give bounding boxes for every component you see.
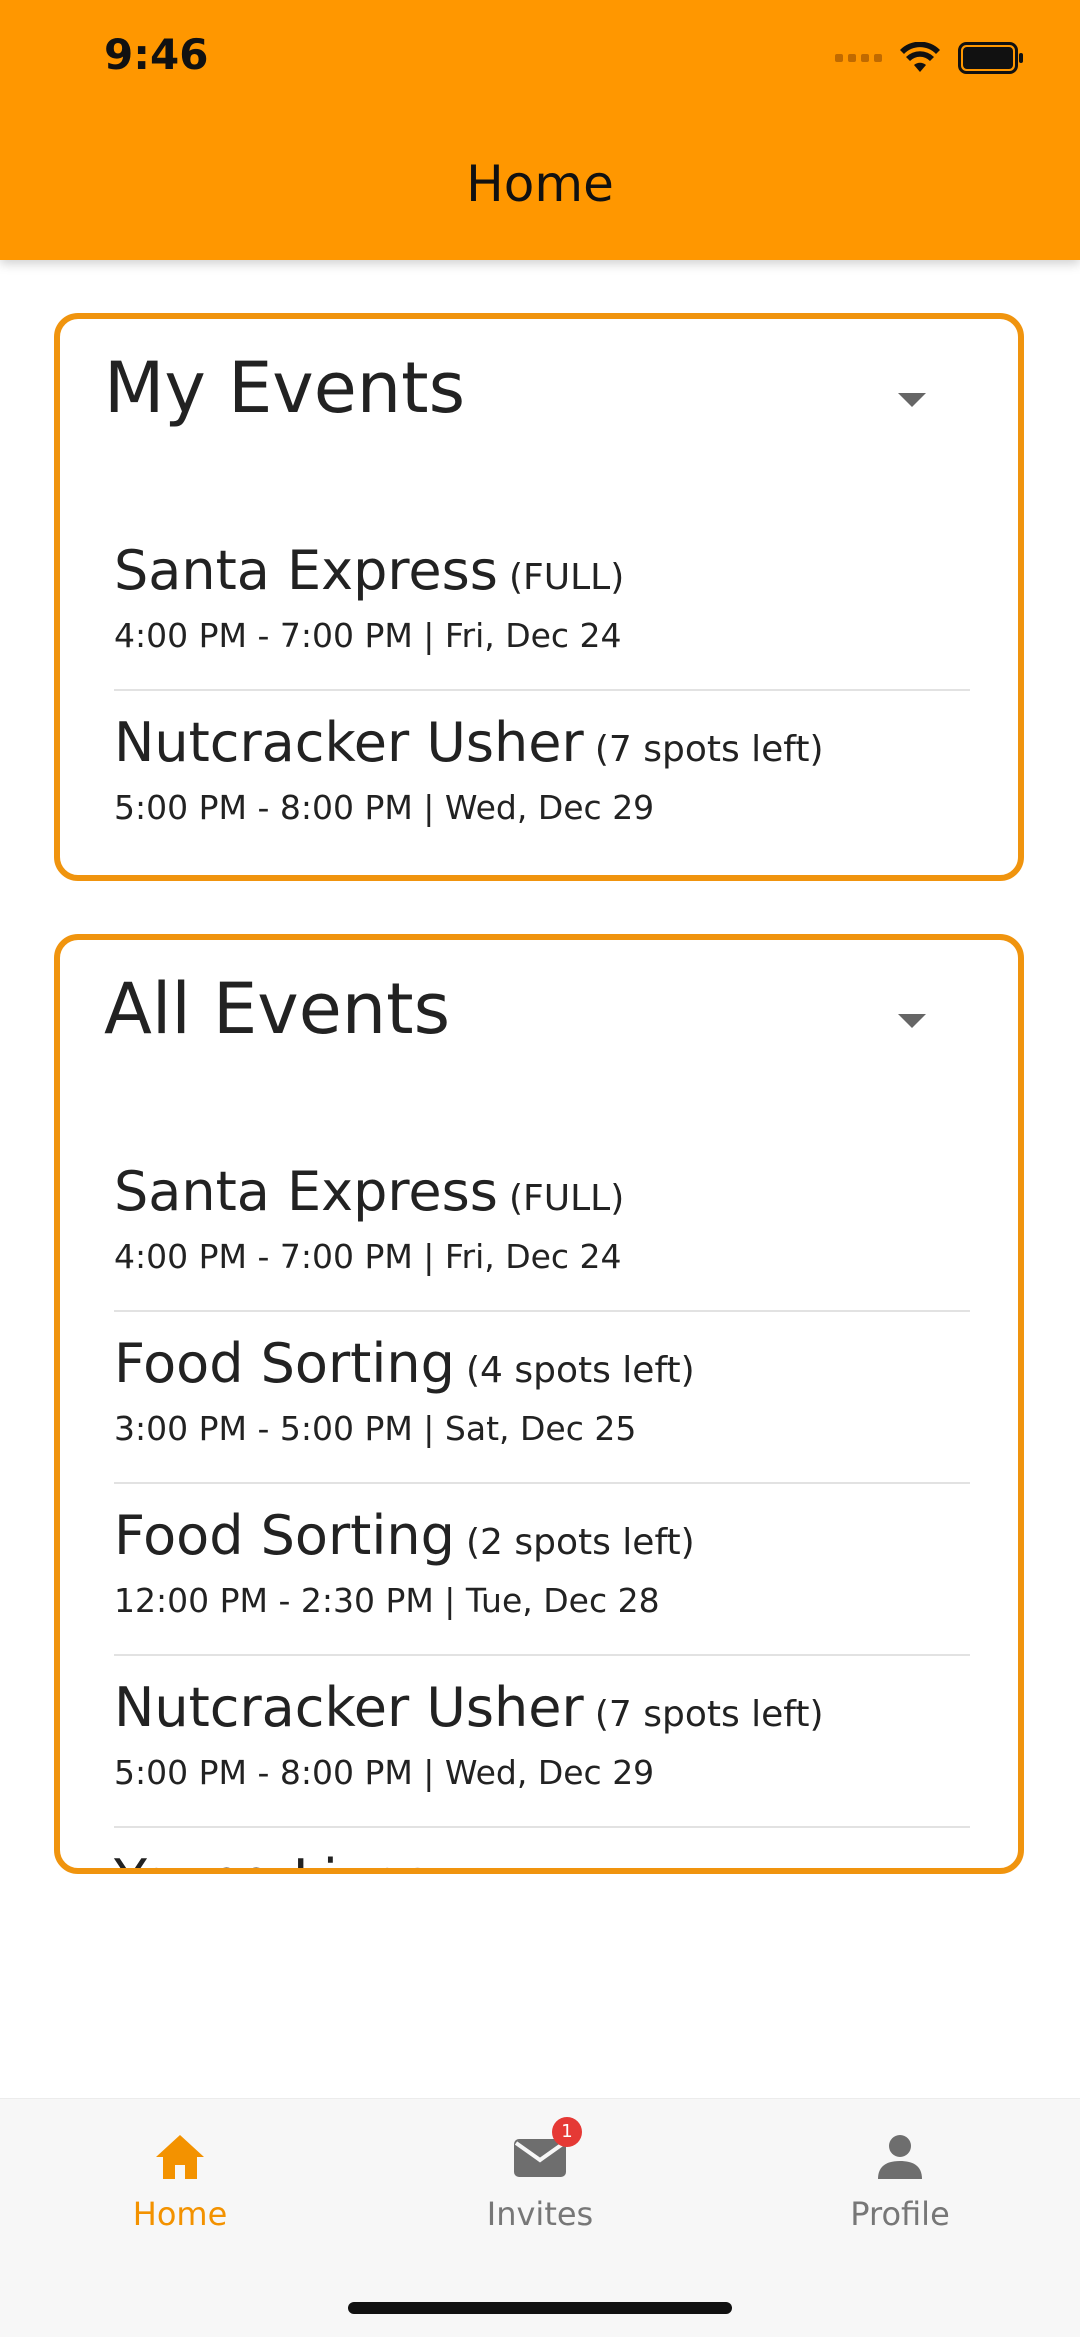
mail-icon: 1 — [512, 2117, 582, 2185]
cellular-signal-icon — [835, 54, 882, 62]
home-icon — [152, 2129, 208, 2185]
my-events-list: Santa Express (FULL) 4:00 PM - 7:00 PM |… — [114, 519, 970, 863]
nav-home[interactable]: Home — [70, 2129, 290, 2259]
my-events-title: My Events — [104, 347, 466, 429]
status-time: 9:46 — [104, 30, 209, 79]
my-events-dropdown-icon[interactable] — [898, 393, 926, 407]
home-screen: 9:46 Home My Events Santa Express (FULL)… — [0, 0, 1080, 2337]
event-status: (FULL) — [508, 1178, 625, 1219]
page-title: Home — [466, 155, 614, 213]
event-item[interactable]: Nutcracker Usher (7 spots left) 5:00 PM … — [114, 1656, 970, 1828]
home-indicator[interactable] — [348, 2302, 732, 2314]
nav-invites-label: Invites — [486, 2195, 594, 2233]
event-name: Young Lives — [114, 1848, 431, 1868]
event-name: Santa Express — [114, 1160, 498, 1223]
wifi-icon — [900, 42, 940, 72]
all-events-card: All Events Santa Express (FULL) 4:00 PM … — [54, 934, 1024, 1874]
event-item[interactable]: Food Sorting (2 spots left) 12:00 PM - 2… — [114, 1484, 970, 1656]
event-status: (2 spots left) — [465, 1522, 695, 1563]
event-status: (4 spots left) — [442, 1866, 671, 1868]
event-status: (FULL) — [508, 557, 625, 598]
event-time: 5:00 PM - 8:00 PM | Wed, Dec 29 — [114, 788, 655, 827]
event-name: Santa Express — [114, 539, 498, 602]
event-item[interactable]: Nutcracker Usher (7 spots left) 5:00 PM … — [114, 691, 970, 863]
event-item[interactable]: Food Sorting (4 spots left) 3:00 PM - 5:… — [114, 1312, 970, 1484]
event-name: Food Sorting — [114, 1504, 455, 1567]
event-time: 5:00 PM - 8:00 PM | Wed, Dec 29 — [114, 1753, 655, 1792]
nav-invites[interactable]: 1 Invites — [430, 2117, 650, 2259]
event-name: Nutcracker Usher — [114, 711, 584, 774]
my-events-card: My Events Santa Express (FULL) 4:00 PM -… — [54, 313, 1024, 881]
event-status: (7 spots left) — [594, 1694, 824, 1735]
person-icon — [872, 2129, 928, 2185]
event-item[interactable]: Santa Express (FULL) 4:00 PM - 7:00 PM |… — [114, 519, 970, 691]
all-events-dropdown-icon[interactable] — [898, 1014, 926, 1028]
event-name: Food Sorting — [114, 1332, 455, 1395]
app-header: 9:46 Home — [0, 0, 1080, 260]
all-events-list[interactable]: Santa Express (FULL) 4:00 PM - 7:00 PM |… — [114, 1140, 970, 1868]
event-time: 12:00 PM - 2:30 PM | Tue, Dec 28 — [114, 1581, 660, 1620]
event-name: Nutcracker Usher — [114, 1676, 584, 1739]
status-icons — [835, 38, 1024, 78]
event-item[interactable]: Santa Express (FULL) 4:00 PM - 7:00 PM |… — [114, 1140, 970, 1312]
event-status: (4 spots left) — [465, 1350, 695, 1391]
all-events-title: All Events — [104, 968, 451, 1050]
event-time: 4:00 PM - 7:00 PM | Fri, Dec 24 — [114, 616, 622, 655]
event-status: (7 spots left) — [594, 729, 824, 770]
event-item[interactable]: Young Lives (4 spots left) — [114, 1828, 970, 1868]
nav-home-label: Home — [132, 2195, 228, 2233]
nav-profile-label: Profile — [850, 2195, 950, 2233]
event-time: 3:00 PM - 5:00 PM | Sat, Dec 25 — [114, 1409, 637, 1448]
battery-icon — [958, 42, 1023, 74]
nav-profile[interactable]: Profile — [790, 2129, 1010, 2259]
event-time: 4:00 PM - 7:00 PM | Fri, Dec 24 — [114, 1237, 622, 1276]
invites-badge: 1 — [552, 2117, 582, 2147]
